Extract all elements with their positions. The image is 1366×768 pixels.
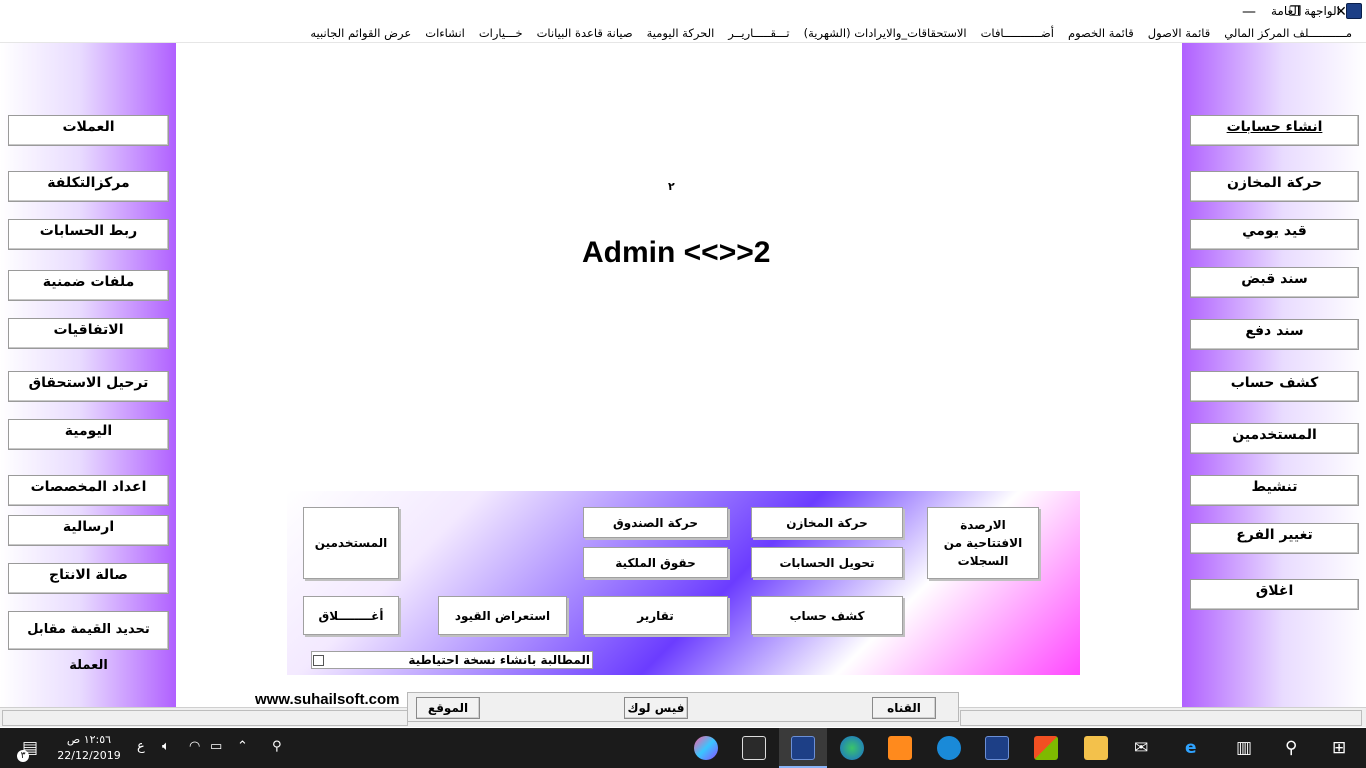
panel-warehouse-movement-button[interactable]: حركة المخازن: [751, 507, 903, 538]
panel-account-statement-button[interactable]: كشف حساب: [751, 596, 903, 635]
embedded-files-button[interactable]: ملفات ضمنية: [8, 270, 169, 301]
task-view-icon[interactable]: ▥: [1236, 737, 1252, 759]
session-number: ٢: [668, 180, 675, 193]
receipt-voucher-button[interactable]: سند قبض: [1190, 267, 1359, 298]
mail-icon[interactable]: ✉: [1134, 737, 1148, 759]
channel-button[interactable]: القناه: [872, 697, 936, 719]
status-segment-left: [2, 710, 408, 726]
warehouse-movement-button[interactable]: حركة المخازن: [1190, 171, 1359, 202]
backup-prompt-row: المطالبة بانشاء نسخة احتياطية: [311, 651, 593, 669]
menu-additions[interactable]: أضـــــــــــافات: [981, 26, 1054, 40]
taskbar: ▤ ٣ ١٢:٥٦ ص 22/12/2019 ع 🔈︎ ◠ ▭ ⌃ ⚲ ✉ e …: [0, 728, 1366, 768]
clock-time: ١٢:٥٦ ص: [66, 733, 112, 746]
menu-accruals[interactable]: الاستحقاقات_والايرادات (الشهرية): [804, 26, 967, 40]
people-icon[interactable]: ⚲: [272, 739, 282, 754]
accounting-app-2-icon[interactable]: [985, 736, 1009, 760]
menu-liabilities[interactable]: قائمة الخصوم: [1068, 26, 1134, 40]
create-accounts-button[interactable]: انشاء حسابات: [1190, 115, 1359, 146]
post-accrual-button[interactable]: ترحيل الاستحقاق: [8, 371, 169, 402]
site-button[interactable]: الموقع: [416, 697, 480, 719]
uc-browser-icon[interactable]: [888, 736, 912, 760]
activate-button[interactable]: تنشيط: [1190, 475, 1359, 506]
provisions-setup-button[interactable]: اعداد المخصصات: [8, 475, 169, 506]
title-bar: — ❐ ✕ الواجهة العامة: [0, 0, 1366, 24]
payment-voucher-button[interactable]: سند دفع: [1190, 319, 1359, 350]
panel-close-button[interactable]: أغــــــــلاق: [303, 596, 399, 635]
browser-app-icon[interactable]: [694, 736, 718, 760]
start-icon[interactable]: ⊞: [1332, 737, 1346, 759]
store-icon[interactable]: [1034, 736, 1058, 760]
menu-reports[interactable]: تـــقـــــاريــر: [728, 26, 789, 40]
backup-prompt-label: المطالبة بانشاء نسخة احتياطية: [408, 653, 590, 667]
currency-value-button[interactable]: تحديد القيمة مقابل العملة: [8, 611, 169, 673]
menu-options[interactable]: خـــيارات: [479, 26, 523, 40]
search-icon[interactable]: ⚲: [1285, 737, 1297, 759]
users-button[interactable]: المستخدمين: [1190, 423, 1359, 454]
clock[interactable]: ١٢:٥٦ ص 22/12/2019: [52, 732, 126, 764]
currencies-button[interactable]: العملات: [8, 115, 169, 146]
menu-creations[interactable]: انشاءات: [425, 26, 465, 40]
website-link[interactable]: www.suhailsoft.com: [255, 691, 399, 708]
photos-app-icon[interactable]: [742, 736, 766, 760]
close-app-button[interactable]: اغلاق: [1190, 579, 1359, 610]
download-manager-icon[interactable]: [840, 736, 864, 760]
window-title: الواجهة العامة: [1270, 4, 1340, 18]
edge-icon[interactable]: e: [1185, 737, 1197, 759]
browse-entries-button[interactable]: استعراض القيود: [438, 596, 567, 635]
agreements-button[interactable]: الاتفاقيات: [8, 318, 169, 349]
panel-users-button[interactable]: المستخدمين: [303, 507, 399, 579]
social-bar: القناه فيس لوك الموقع: [407, 692, 959, 722]
menu-daily-movement[interactable]: الحركة اليومية: [647, 26, 715, 40]
account-transfer-button[interactable]: تحويل الحسابات: [751, 547, 903, 578]
right-sidebar: انشاء حسابات حركة المخازن قيد يومي سند ق…: [1182, 43, 1366, 707]
app-icon: [1346, 3, 1362, 19]
change-branch-button[interactable]: تغيير الفرع: [1190, 523, 1359, 554]
cost-center-button[interactable]: مركزالتكلفة: [8, 171, 169, 202]
link-accounts-button[interactable]: ربط الحسابات: [8, 219, 169, 250]
shield-app-icon[interactable]: [937, 736, 961, 760]
chevron-up-icon[interactable]: ⌃: [237, 739, 248, 754]
left-sidebar: العملات مركزالتكلفة ربط الحسابات ملفات ض…: [0, 43, 176, 707]
accounting-app-icon[interactable]: [791, 736, 815, 760]
cashbox-movement-button[interactable]: حركة الصندوق: [583, 507, 728, 538]
notification-count: ٣: [17, 750, 29, 762]
clock-date: 22/12/2019: [57, 749, 121, 762]
opening-balances-button[interactable]: الارصدة الافتتاحية من السجلات: [927, 507, 1039, 579]
production-hall-button[interactable]: صالة الانتاج: [8, 563, 169, 594]
volume-icon[interactable]: 🔈︎: [162, 739, 170, 754]
minimize-button[interactable]: —: [1226, 0, 1272, 24]
menu-show-side-lists[interactable]: عرض القوائم الجانبيه: [310, 26, 411, 40]
equity-button[interactable]: حقوق الملكية: [583, 547, 728, 578]
user-title: Admin <<>>2: [582, 236, 771, 269]
daily-entry-button[interactable]: قيد يومي: [1190, 219, 1359, 250]
backup-prompt-checkbox[interactable]: [313, 655, 324, 666]
menu-database-maintenance[interactable]: صيانة قاعدة البيانات: [537, 26, 633, 40]
shipment-button[interactable]: ارسالية: [8, 515, 169, 546]
menu-assets[interactable]: قائمة الاصول: [1148, 26, 1211, 40]
journal-button[interactable]: اليومية: [8, 419, 169, 450]
account-statement-button[interactable]: كشف حساب: [1190, 371, 1359, 402]
menu-bar: مـــــــــــلف المركز المالي قائمة الاصو…: [0, 24, 1366, 43]
menu-financial-position[interactable]: مـــــــــــلف المركز المالي: [1224, 26, 1352, 40]
facebook-button[interactable]: فيس لوك: [624, 697, 688, 719]
panel-reports-button[interactable]: تقارير: [583, 596, 728, 635]
battery-icon[interactable]: ▭: [210, 739, 222, 754]
file-explorer-icon[interactable]: [1084, 736, 1108, 760]
status-segment-right: [960, 710, 1362, 726]
wifi-icon[interactable]: ◠: [189, 739, 200, 754]
language-indicator[interactable]: ع: [137, 739, 145, 754]
